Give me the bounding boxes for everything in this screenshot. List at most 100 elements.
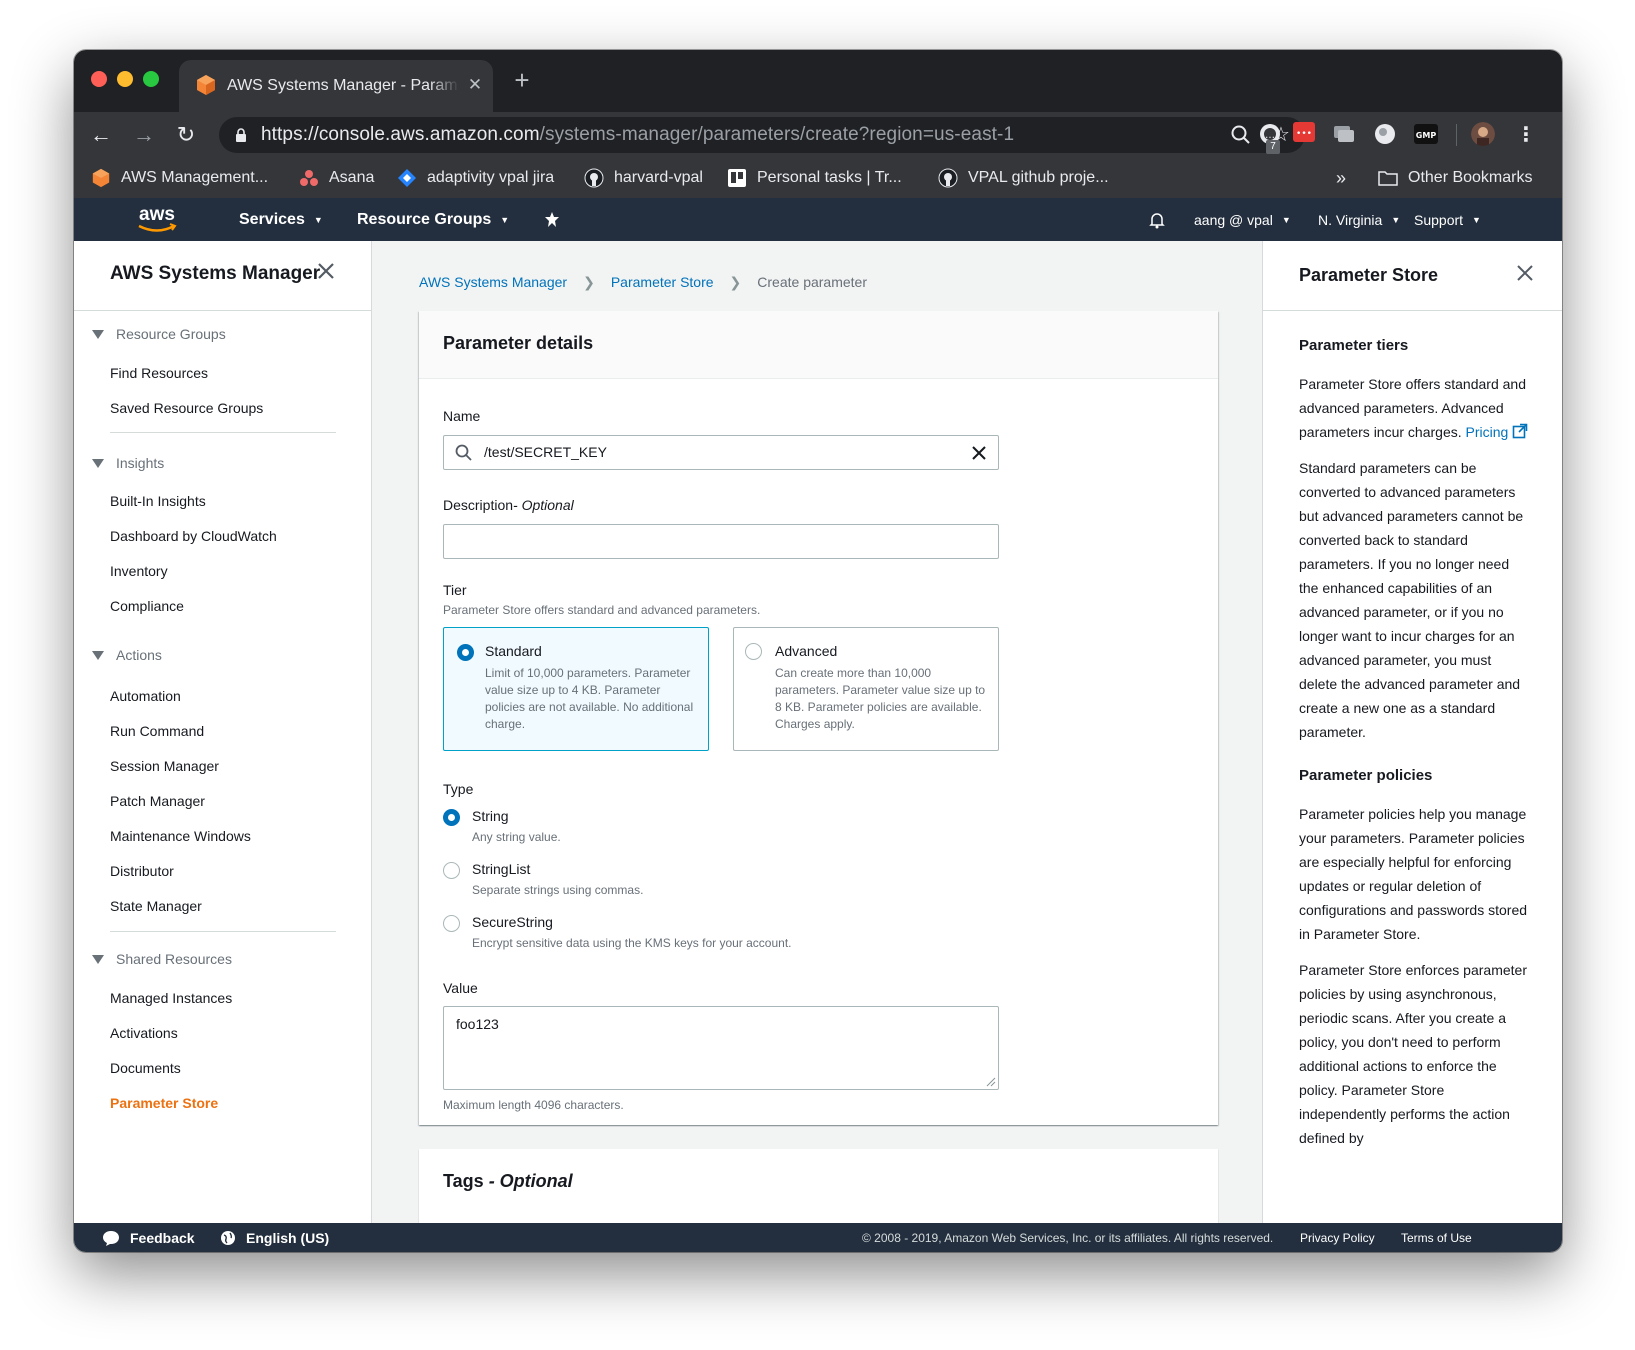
address-bar[interactable]: https://console.aws.amazon.com/systems-m… xyxy=(219,117,1305,153)
help-body: Parameter tiers Parameter Store offers s… xyxy=(1299,336,1531,1162)
bookmark-item[interactable]: VPAL github proje... xyxy=(938,166,1109,190)
tier-option-standard[interactable]: Standard Limit of 10,000 parameters. Par… xyxy=(443,627,709,751)
extension-screencast-icon[interactable] xyxy=(1332,122,1356,146)
back-arrow-icon[interactable]: ← xyxy=(87,121,115,149)
kebab-menu-icon[interactable]: ⋮ xyxy=(1512,121,1540,149)
browser-tab[interactable]: AWS Systems Manager - Parameter Store ✕ xyxy=(179,60,493,112)
type-option-label[interactable]: SecureString xyxy=(472,914,553,930)
pin-icon[interactable] xyxy=(544,212,560,228)
clear-icon[interactable] xyxy=(970,444,988,462)
forward-arrow-icon[interactable]: → xyxy=(130,121,158,149)
tier-option-advanced[interactable]: Advanced Can create more than 10,000 par… xyxy=(733,627,999,751)
tags-panel: Tags - Optional xyxy=(419,1149,1218,1229)
search-icon xyxy=(455,444,472,461)
caret-down-icon xyxy=(92,329,104,339)
name-label: Name xyxy=(443,408,481,424)
nav-link-run-command[interactable]: Run Command xyxy=(110,721,204,741)
radio-stringlist[interactable] xyxy=(443,862,460,879)
value-textarea-value: foo123 xyxy=(456,1016,499,1032)
bookmark-item[interactable]: harvard-vpal xyxy=(584,166,703,190)
maximize-window-button[interactable] xyxy=(143,71,159,87)
nav-section-resource-groups[interactable]: Resource Groups xyxy=(90,323,226,345)
help-title: Parameter Store xyxy=(1299,265,1439,285)
zoom-icon[interactable] xyxy=(1227,121,1255,149)
bookmark-item[interactable]: AWS Management... xyxy=(91,166,268,190)
close-icon[interactable] xyxy=(1515,263,1535,283)
github-icon xyxy=(938,168,958,188)
globe-icon xyxy=(221,1230,235,1245)
resource-groups-menu[interactable]: Resource Groups ▼ xyxy=(357,198,509,241)
tab-close-icon[interactable]: ✕ xyxy=(464,74,486,96)
type-option-label[interactable]: String xyxy=(472,808,509,824)
nav-link-parameter-store[interactable]: Parameter Store xyxy=(110,1093,218,1113)
radio-string[interactable] xyxy=(443,809,460,826)
language-selector[interactable]: English (US) xyxy=(220,1223,329,1252)
nav-link-built-in-insights[interactable]: Built-In Insights xyxy=(110,491,206,511)
nav-section-shared-resources[interactable]: Shared Resources xyxy=(90,948,232,970)
tier-name: Advanced xyxy=(775,643,838,659)
terms-of-use-link[interactable]: Terms of Use xyxy=(1401,1223,1472,1252)
region-menu[interactable]: N. Virginia ▼ xyxy=(1318,198,1400,241)
radio-securestring[interactable] xyxy=(443,915,460,932)
github-icon xyxy=(584,168,604,188)
nav-section-actions[interactable]: Actions xyxy=(90,644,162,666)
nav-link-state-manager[interactable]: State Manager xyxy=(110,896,202,916)
nav-link-maintenance-windows[interactable]: Maintenance Windows xyxy=(110,826,251,846)
nav-link-dashboard-cloudwatch[interactable]: Dashboard by CloudWatch xyxy=(110,526,277,546)
nav-link-session-manager[interactable]: Session Manager xyxy=(110,756,219,776)
privacy-policy-link[interactable]: Privacy Policy xyxy=(1300,1223,1375,1252)
help-heading: Parameter policies xyxy=(1299,767,1433,784)
profile-avatar[interactable] xyxy=(1471,122,1495,146)
other-bookmarks[interactable]: Other Bookmarks xyxy=(1378,166,1532,190)
resize-grip-icon[interactable] xyxy=(986,1077,996,1087)
bookmark-item[interactable]: Asana xyxy=(299,166,374,190)
new-tab-icon[interactable]: + xyxy=(508,66,536,94)
account-menu[interactable]: aang @ vpal ▼ xyxy=(1194,198,1291,241)
nav-link-documents[interactable]: Documents xyxy=(110,1058,181,1078)
tab-title: AWS Systems Manager - Parameter Store xyxy=(227,75,459,97)
more-bookmarks-chevron-icon[interactable]: » xyxy=(1336,166,1346,190)
extension-circle-icon[interactable] xyxy=(1373,122,1397,146)
nav-section-insights[interactable]: Insights xyxy=(90,452,164,474)
aws-logo[interactable]: aws xyxy=(134,202,180,236)
radio-standard[interactable] xyxy=(457,644,474,661)
breadcrumb-link[interactable]: AWS Systems Manager xyxy=(419,274,567,290)
services-menu[interactable]: Services ▼ xyxy=(239,198,323,241)
pricing-link[interactable]: Pricing xyxy=(1466,424,1509,440)
nav-link-saved-resource-groups[interactable]: Saved Resource Groups xyxy=(110,398,263,418)
description-input[interactable] xyxy=(443,524,999,559)
bookmark-item[interactable]: adaptivity vpal jira xyxy=(397,166,554,190)
bookmarks-bar: AWS Management... Asana adaptivity vpal … xyxy=(74,158,1562,198)
value-textarea[interactable]: foo123 xyxy=(443,1006,999,1090)
value-hint: Maximum length 4096 characters. xyxy=(443,1098,624,1112)
close-window-button[interactable] xyxy=(91,71,107,87)
name-input[interactable]: /test/SECRET_KEY xyxy=(443,435,999,470)
external-link-icon[interactable] xyxy=(1512,423,1528,439)
help-paragraph: Parameter Store offers standard and adva… xyxy=(1299,372,1531,444)
tier-desc: Can create more than 10,000 parameters. … xyxy=(775,666,986,731)
nav-link-inventory[interactable]: Inventory xyxy=(110,561,168,581)
nav-link-patch-manager[interactable]: Patch Manager xyxy=(110,791,205,811)
feedback-button[interactable]: Feedback xyxy=(102,1223,195,1252)
chevron-right-icon: ❯ xyxy=(583,273,595,290)
help-paragraph: Parameter policies help you manage your … xyxy=(1299,806,1528,942)
nav-link-distributor[interactable]: Distributor xyxy=(110,861,174,881)
support-menu[interactable]: Support ▼ xyxy=(1414,198,1481,241)
bookmark-item[interactable]: Personal tasks | Tr... xyxy=(727,166,902,190)
breadcrumb-link[interactable]: Parameter Store xyxy=(611,274,714,290)
nav-link-compliance[interactable]: Compliance xyxy=(110,596,184,616)
type-option-label[interactable]: StringList xyxy=(472,861,530,877)
notification-bell-icon[interactable] xyxy=(1148,211,1166,229)
close-icon[interactable] xyxy=(314,259,338,283)
extension-calendar-icon[interactable]: ••• xyxy=(1292,120,1316,144)
nav-link-managed-instances[interactable]: Managed Instances xyxy=(110,988,232,1008)
chevron-down-icon: ▼ xyxy=(1391,214,1401,225)
radio-advanced[interactable] xyxy=(745,643,762,660)
minimize-window-button[interactable] xyxy=(117,71,133,87)
nav-link-find-resources[interactable]: Find Resources xyxy=(110,363,208,383)
reload-icon[interactable]: ↻ xyxy=(172,121,200,149)
nav-link-activations[interactable]: Activations xyxy=(110,1023,178,1043)
nav-link-automation[interactable]: Automation xyxy=(110,686,181,706)
extension-gmp-icon[interactable]: GMP xyxy=(1414,122,1438,146)
help-paragraph: Parameter Store enforces parameter polic… xyxy=(1299,962,1527,1146)
